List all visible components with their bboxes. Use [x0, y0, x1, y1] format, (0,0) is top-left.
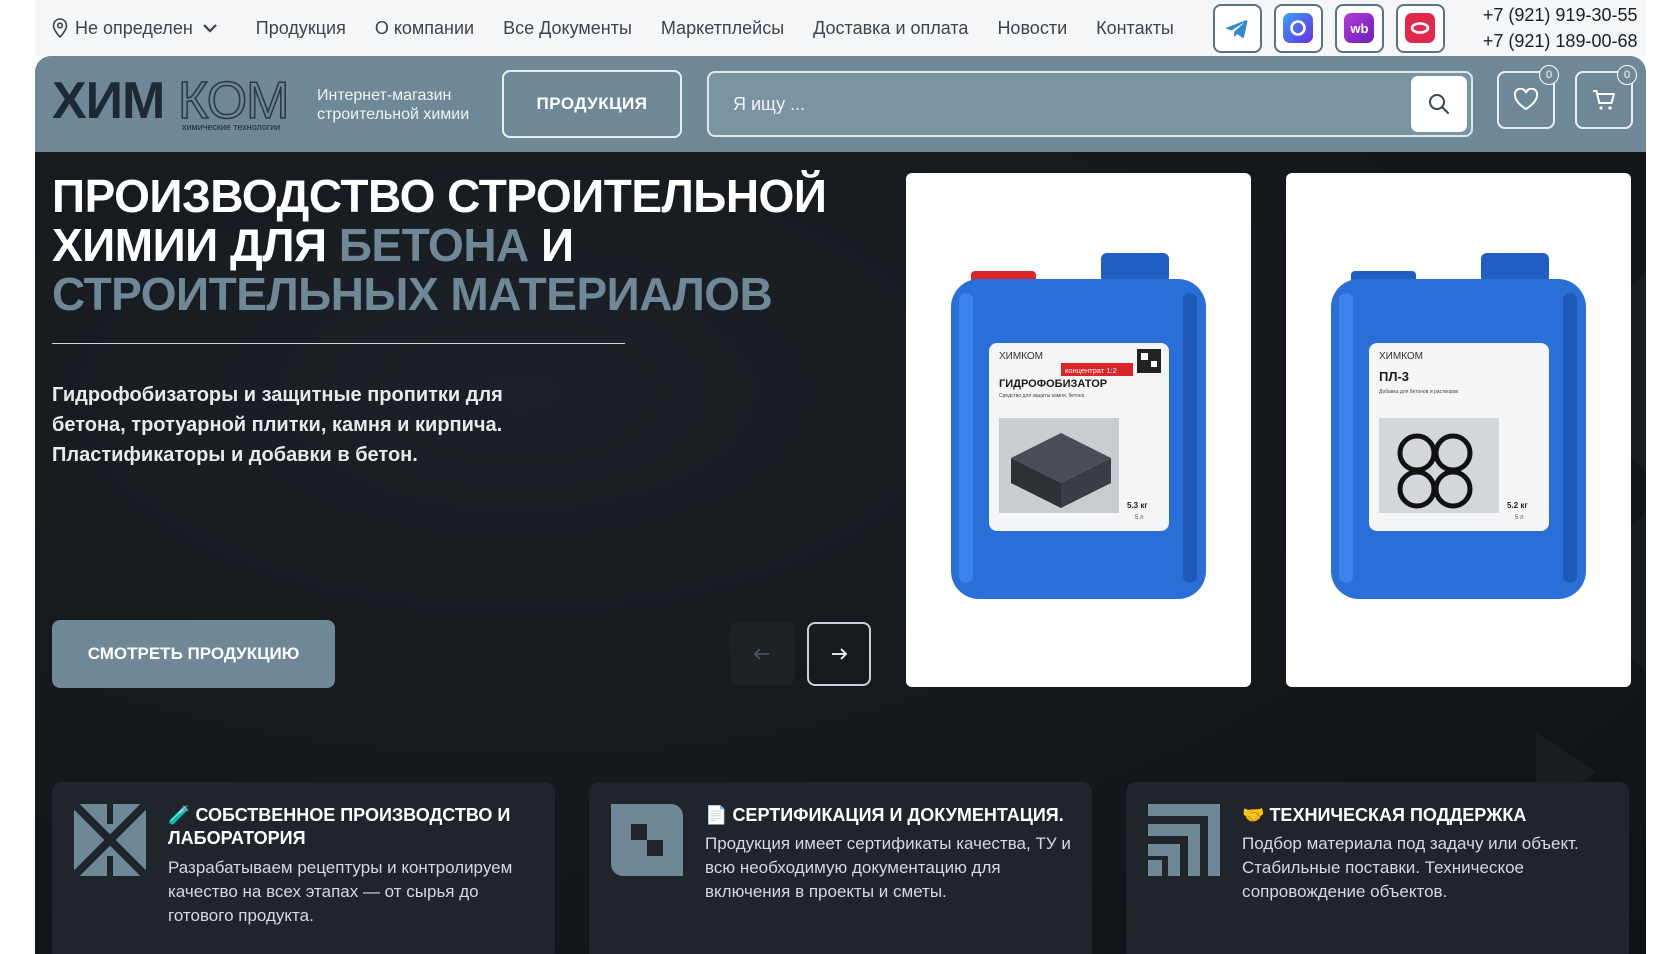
cart-count-badge: 0 — [1617, 65, 1637, 85]
search-button[interactable] — [1411, 76, 1467, 132]
max-messenger-icon — [1283, 13, 1314, 43]
nav-news[interactable]: Новости — [997, 18, 1067, 39]
feature-card-certification: 📄 СЕРТИФИКАЦИЯ И ДОКУМЕНТАЦИЯ. Продукция… — [589, 782, 1092, 954]
ozon-button[interactable] — [1395, 3, 1445, 53]
wildberries-label: wb — [1350, 20, 1369, 36]
feature-title-text: СЕРТИФИКАЦИЯ И ДОКУМЕНТАЦИЯ. — [732, 805, 1064, 825]
search-input[interactable] — [733, 73, 1383, 135]
hero-description-line-2: бетона, тротуарной плитки, камня и кирпи… — [52, 414, 503, 436]
label-volume: 5 л — [1515, 515, 1524, 521]
hero-title-accent-2: СТРОИТЕЛЬНЫХ МАТЕРИАЛОВ — [52, 268, 773, 320]
feature-emoji: 🧪 — [168, 805, 191, 825]
feature-title: 📄 СЕРТИФИКАЦИЯ И ДОКУМЕНТАЦИЯ. — [705, 804, 1075, 827]
header: ХИМ КОМ химические технологии Интернет-м… — [35, 56, 1646, 152]
production-icon — [74, 804, 146, 876]
hero-title-accent-1: БЕТОНА — [338, 219, 529, 271]
heart-icon — [1513, 88, 1539, 111]
phone-1[interactable]: +7 (921) 919-30-55 — [1483, 4, 1638, 26]
feature-text: Подбор материала под задачу или объект. … — [1242, 834, 1579, 901]
label-desc: Средство для защиты камня, бетона — [999, 393, 1085, 399]
phone-numbers: +7 (921) 919-30-55 +7 (921) 189-00-68 — [1483, 4, 1638, 52]
label-product-name: ГИДРОФОБИЗАТОР — [999, 378, 1107, 390]
top-bar: Не определен Продукция О компании Все До… — [35, 0, 1646, 56]
label-brand: ХИМКОМ — [999, 351, 1043, 362]
nav-delivery[interactable]: Доставка и оплата — [813, 18, 968, 39]
support-icon — [1148, 804, 1220, 876]
tagline-line-2: строительной химии — [317, 106, 470, 123]
feature-card-production: 🧪 СОБСТВЕННОЕ ПРОИЗВОДСТВО И ЛАБОРАТОРИЯ… — [52, 782, 555, 954]
view-products-button[interactable]: СМОТРЕТЬ ПРОДУКЦИЮ — [52, 620, 335, 688]
arrow-right-icon — [832, 648, 848, 660]
label-desc: Добавка для бетонов и растворов — [1379, 389, 1458, 395]
hero-description: Гидрофобизаторы и защитные пропитки для … — [52, 380, 612, 470]
feature-title: 🧪 СОБСТВЕННОЕ ПРОИЗВОДСТВО И ЛАБОРАТОРИЯ — [168, 804, 538, 850]
search-icon — [1429, 94, 1449, 114]
canister-image: ХИМКОМ ПЛ-3 Добавка для бетонов и раство… — [1331, 253, 1586, 599]
feature-text: Разрабатываем рецептуры и контролируем к… — [168, 858, 513, 925]
telegram-button[interactable] — [1212, 3, 1262, 53]
label-volume: 5 л — [1135, 515, 1144, 521]
social-links: wb — [1212, 3, 1445, 53]
certification-icon — [611, 804, 683, 876]
tagline-line-1: Интернет-магазин — [317, 87, 452, 104]
feature-title: 🤝 ТЕХНИЧЕСКАЯ ПОДДЕРЖКА — [1242, 804, 1612, 827]
hero-title-line-2-end: И — [528, 219, 574, 271]
feature-emoji: 📄 — [705, 805, 728, 825]
cart-icon — [1593, 90, 1615, 110]
nav-marketplaces[interactable]: Маркетплейсы — [661, 18, 784, 39]
slider-next-button[interactable] — [807, 622, 871, 686]
location-label: Не определен — [75, 17, 193, 38]
site: Не определен Продукция О компании Все До… — [35, 0, 1646, 954]
hero-title-line-2: ХИМИИ ДЛЯ — [52, 219, 339, 271]
hero-description-line-1: Гидрофобизаторы и защитные пропитки для — [52, 384, 503, 406]
chevron-down-icon — [202, 24, 217, 33]
max-messenger-button[interactable] — [1273, 3, 1323, 53]
label-brand: ХИМКОМ — [1379, 351, 1423, 362]
location-pin-icon — [52, 18, 68, 38]
label-weight: 5.3 кг — [1127, 501, 1148, 510]
top-nav: Продукция О компании Все Документы Марке… — [256, 18, 1174, 39]
feature-emoji: 🤝 — [1242, 805, 1265, 825]
feature-title-text: СОБСТВЕННОЕ ПРОИЗВОДСТВО И ЛАБОРАТОРИЯ — [168, 805, 511, 848]
header-tagline: Интернет-магазин строительной химии — [317, 86, 469, 124]
wildberries-icon: wb — [1344, 13, 1375, 43]
label-weight: 5.2 кг — [1507, 501, 1528, 510]
product-card-hydrophobizer[interactable]: ХИМКОМ концентрат 1:2 ГИДРОФОБИЗАТОР Сре… — [906, 173, 1251, 687]
khimkom-logo: ХИМ КОМ химические технологии — [52, 71, 290, 132]
nav-about[interactable]: О компании — [375, 18, 474, 39]
hero-title-line-1: ПРОИЗВОДСТВО СТРОИТЕЛЬНОЙ — [52, 170, 827, 222]
label-sticker: концентрат 1:2 — [1065, 366, 1117, 375]
cart-button[interactable]: 0 — [1575, 65, 1637, 129]
hero-title: ПРОИЗВОДСТВО СТРОИТЕЛЬНОЙ ХИМИИ ДЛЯ БЕТО… — [52, 172, 852, 319]
search-bar — [707, 71, 1473, 137]
nav-contacts[interactable]: Контакты — [1096, 18, 1174, 39]
ozon-icon — [1405, 13, 1436, 43]
site-logo[interactable]: ХИМ КОМ химические технологии — [52, 71, 300, 132]
favorites-button[interactable]: 0 — [1497, 65, 1559, 129]
product-card-pl3[interactable]: ХИМКОМ ПЛ-3 Добавка для бетонов и раство… — [1286, 173, 1631, 687]
favorites-count-badge: 0 — [1539, 65, 1559, 85]
hero-section: ПРОИЗВОДСТВО СТРОИТЕЛЬНОЙ ХИМИИ ДЛЯ БЕТО… — [35, 152, 1646, 954]
wildberries-button[interactable]: wb — [1334, 3, 1384, 53]
feature-title-text: ТЕХНИЧЕСКАЯ ПОДДЕРЖКА — [1269, 805, 1527, 825]
phone-2[interactable]: +7 (921) 189-00-68 — [1483, 30, 1638, 52]
canister-image: ХИМКОМ концентрат 1:2 ГИДРОФОБИЗАТОР Сре… — [951, 253, 1206, 599]
logo-text-dark: ХИМ — [52, 74, 164, 130]
telegram-icon — [1226, 20, 1248, 38]
products-button[interactable]: ПРОДУКЦИЯ — [502, 70, 682, 138]
location-selector[interactable]: Не определен — [51, 18, 219, 39]
slider-prev-button[interactable] — [730, 622, 794, 686]
feature-card-support: 🤝 ТЕХНИЧЕСКАЯ ПОДДЕРЖКА Подбор материала… — [1126, 782, 1629, 954]
arrow-left-icon — [753, 648, 769, 660]
nav-documents[interactable]: Все Документы — [503, 18, 632, 39]
nav-products[interactable]: Продукция — [256, 18, 346, 39]
label-product-name: ПЛ-3 — [1379, 369, 1409, 384]
hero-description-line-3: Пластификаторы и добавки в бетон. — [52, 444, 418, 466]
feature-text: Продукция имеет сертификаты качества, ТУ… — [705, 834, 1071, 901]
hero-divider — [52, 343, 625, 344]
logo-subtitle: химические технологии — [182, 122, 280, 132]
